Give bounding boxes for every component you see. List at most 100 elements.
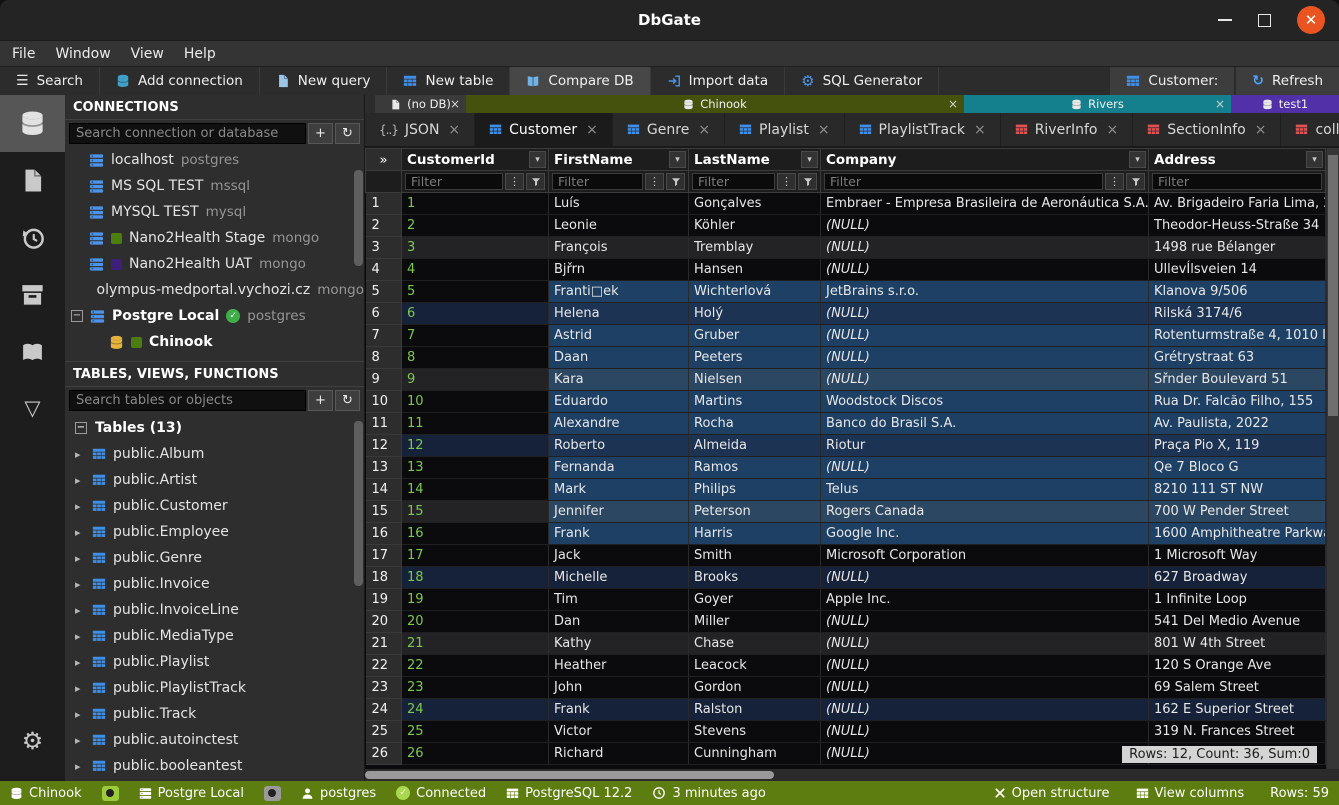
cell-lastname[interactable]: Tremblay bbox=[689, 237, 821, 259]
cell-firstname[interactable]: Daan bbox=[549, 347, 689, 369]
cell-company[interactable]: (NULL) bbox=[821, 347, 1149, 369]
connection-item-nano2health-uat[interactable]: Nano2Health UATmongo bbox=[65, 251, 364, 277]
cell-lastname[interactable]: Peeters bbox=[689, 347, 821, 369]
toolbar-button-import-data[interactable]: Import data bbox=[651, 67, 786, 95]
cell-company[interactable]: (NULL) bbox=[821, 633, 1149, 655]
connection-item-localhost[interactable]: localhostpostgres bbox=[65, 147, 364, 173]
column-header-customerid[interactable]: CustomerId▾ bbox=[402, 149, 549, 171]
chevron-down-icon[interactable]: ▾ bbox=[801, 151, 818, 168]
cell-company[interactable]: (NULL) bbox=[821, 655, 1149, 677]
cell-address[interactable]: 541 Del Medio Avenue bbox=[1149, 611, 1326, 633]
rail-triangle-icon[interactable]: ▽ bbox=[0, 380, 65, 437]
open-structure-button[interactable]: Open structure bbox=[994, 786, 1110, 801]
column-header-address[interactable]: Address▾ bbox=[1149, 149, 1326, 171]
cell-customerid[interactable]: 19 bbox=[402, 589, 549, 611]
cell-customerid[interactable]: 24 bbox=[402, 699, 549, 721]
cell-customerid[interactable]: 4 bbox=[402, 259, 549, 281]
connection-item-chinook[interactable]: Chinook bbox=[65, 329, 364, 355]
cell-address[interactable]: 319 N. Frances Street bbox=[1149, 721, 1326, 743]
menu-item-help[interactable]: Help bbox=[184, 46, 216, 62]
cell-company[interactable]: (NULL) bbox=[821, 369, 1149, 391]
cell-firstname[interactable]: Frank bbox=[549, 523, 689, 545]
cell-firstname[interactable]: Jack bbox=[549, 545, 689, 567]
cell-company[interactable]: (NULL) bbox=[821, 259, 1149, 281]
filter-input-company[interactable] bbox=[824, 173, 1103, 190]
cell-lastname[interactable]: Gordon bbox=[689, 677, 821, 699]
view-columns-button[interactable]: View columns bbox=[1136, 786, 1245, 801]
database-tab-group-test1[interactable]: test1 bbox=[1231, 95, 1339, 113]
chevron-right-icon[interactable]: ▸ bbox=[75, 500, 85, 513]
row-number[interactable]: 10 bbox=[366, 391, 402, 413]
cell-company[interactable]: (NULL) bbox=[821, 567, 1149, 589]
chevron-right-icon[interactable]: ▸ bbox=[75, 526, 85, 539]
cell-firstname[interactable]: Victor bbox=[549, 721, 689, 743]
column-header-lastname[interactable]: LastName▾ bbox=[689, 149, 821, 171]
chevron-right-icon[interactable]: ▸ bbox=[75, 682, 85, 695]
cell-address[interactable]: 1 Microsoft Way bbox=[1149, 545, 1326, 567]
cell-lastname[interactable]: Holý bbox=[689, 303, 821, 325]
cell-customerid[interactable]: 23 bbox=[402, 677, 549, 699]
row-number[interactable]: 19 bbox=[366, 589, 402, 611]
cell-lastname[interactable]: Philips bbox=[689, 479, 821, 501]
connections-scrollbar[interactable] bbox=[354, 170, 363, 266]
cell-lastname[interactable]: Gruber bbox=[689, 325, 821, 347]
chevron-right-icon[interactable]: ▸ bbox=[75, 630, 85, 643]
rail-archive-icon[interactable] bbox=[0, 266, 65, 323]
cell-firstname[interactable]: Roberto bbox=[549, 435, 689, 457]
cell-customerid[interactable]: 5 bbox=[402, 281, 549, 303]
cell-address[interactable]: Rua Dr. Falcăo Filho, 155 bbox=[1149, 391, 1326, 413]
tab-collection[interactable]: collection× bbox=[1281, 113, 1339, 146]
refresh-connections-icon[interactable]: ↻ bbox=[335, 123, 360, 144]
filter-input-lastname[interactable] bbox=[692, 173, 775, 190]
cell-company[interactable]: (NULL) bbox=[821, 699, 1149, 721]
cell-firstname[interactable]: Leonie bbox=[549, 215, 689, 237]
chevron-right-icon[interactable]: ▸ bbox=[75, 656, 85, 669]
cell-company[interactable]: Banco do Brasil S.A. bbox=[821, 413, 1149, 435]
cell-address[interactable]: 162 E Superior Street bbox=[1149, 699, 1326, 721]
row-number[interactable]: 16 bbox=[366, 523, 402, 545]
grid-vertical-scrollbar[interactable] bbox=[1326, 148, 1339, 769]
cell-firstname[interactable]: Fernanda bbox=[549, 457, 689, 479]
cell-lastname[interactable]: Chase bbox=[689, 633, 821, 655]
close-window-icon[interactable]: ✕ bbox=[1297, 6, 1325, 34]
cell-lastname[interactable]: Ramos bbox=[689, 457, 821, 479]
close-icon[interactable]: × bbox=[1255, 122, 1267, 138]
add-connection-plus-icon[interactable]: + bbox=[308, 123, 333, 144]
cell-lastname[interactable]: Rocha bbox=[689, 413, 821, 435]
cell-firstname[interactable]: Michelle bbox=[549, 567, 689, 589]
row-number[interactable]: 23 bbox=[366, 677, 402, 699]
close-icon[interactable]: × bbox=[450, 97, 460, 111]
refresh-tables-icon[interactable]: ↻ bbox=[335, 390, 360, 411]
cell-lastname[interactable]: Miller bbox=[689, 611, 821, 633]
connection-item-nano2health-stage[interactable]: Nano2Health Stagemongo bbox=[65, 225, 364, 251]
cell-firstname[interactable]: Heather bbox=[549, 655, 689, 677]
cell-customerid[interactable]: 15 bbox=[402, 501, 549, 523]
cell-address[interactable]: UllevÍlsveien 14 bbox=[1149, 259, 1326, 281]
cell-lastname[interactable]: Brooks bbox=[689, 567, 821, 589]
chevron-right-icon[interactable]: ▸ bbox=[75, 474, 85, 487]
chevron-right-icon[interactable]: ▸ bbox=[75, 760, 85, 773]
tables-search-input[interactable] bbox=[69, 390, 306, 411]
row-number[interactable]: 17 bbox=[366, 545, 402, 567]
cell-company[interactable]: (NULL) bbox=[821, 721, 1149, 743]
cell-company[interactable]: Embraer - Empresa Brasileira de Aeronáut… bbox=[821, 193, 1149, 215]
cell-customerid[interactable]: 18 bbox=[402, 567, 549, 589]
cell-address[interactable]: 1600 Amphitheatre Parkwa bbox=[1149, 523, 1326, 545]
cell-firstname[interactable]: Kathy bbox=[549, 633, 689, 655]
status-server[interactable]: Postgre Local bbox=[139, 786, 244, 801]
table-item-public-playlist[interactable]: ▸public.Playlist bbox=[65, 649, 364, 675]
connections-search-input[interactable] bbox=[69, 123, 306, 144]
cell-address[interactable]: Klanova 9/506 bbox=[1149, 281, 1326, 303]
table-item-public-booleantest[interactable]: ▸public.booleantest bbox=[65, 753, 364, 779]
row-number[interactable]: 22 bbox=[366, 655, 402, 677]
tables-group-row[interactable]: − Tables (13) bbox=[65, 414, 364, 441]
close-icon[interactable]: × bbox=[948, 97, 958, 111]
table-item-public-invoiceline[interactable]: ▸public.InvoiceLine bbox=[65, 597, 364, 623]
cell-company[interactable]: (NULL) bbox=[821, 303, 1149, 325]
row-number[interactable]: 3 bbox=[366, 237, 402, 259]
collapse-icon[interactable]: − bbox=[71, 310, 83, 322]
row-number[interactable]: 20 bbox=[366, 611, 402, 633]
cell-customerid[interactable]: 1 bbox=[402, 193, 549, 215]
close-icon[interactable]: × bbox=[818, 122, 830, 138]
table-item-public-customer[interactable]: ▸public.Customer bbox=[65, 493, 364, 519]
